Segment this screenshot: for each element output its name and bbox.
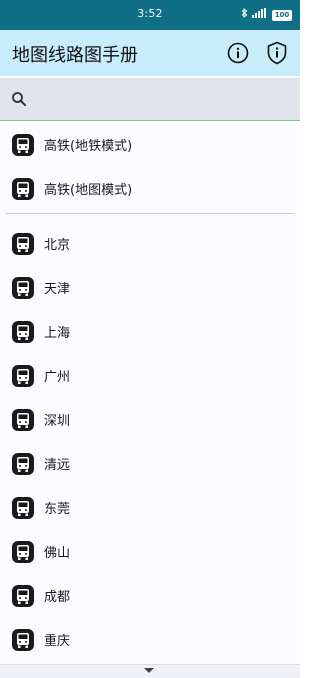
list-item-chongqing[interactable]: 重庆 [0, 616, 300, 660]
app-screen: 3:52 100 地图线路图手册 高铁(地铁模式) 高铁(地图模式) 北京 天津… [0, 0, 300, 678]
list-item-label: 上海 [44, 326, 71, 341]
train-icon [12, 629, 34, 651]
list-item-label: 高铁(地图模式) [44, 183, 133, 198]
list-divider [6, 213, 294, 214]
list-item-label: 广州 [44, 370, 71, 385]
list-item-label: 重庆 [44, 634, 71, 649]
status-bar: 3:52 100 [0, 0, 300, 30]
list-item-tianjin[interactable]: 天津 [0, 264, 300, 308]
train-icon [12, 233, 34, 255]
list-item-hsr-metro-mode[interactable]: 高铁(地铁模式) [0, 121, 300, 165]
chevron-down-icon [144, 668, 154, 673]
list-item-label: 成都 [44, 590, 71, 605]
train-icon [12, 365, 34, 387]
search-input[interactable] [36, 84, 290, 116]
list-item-qingyuan[interactable]: 清远 [0, 440, 300, 484]
list-item-chengdu[interactable]: 成都 [0, 572, 300, 616]
list-item-guangzhou[interactable]: 广州 [0, 352, 300, 396]
bottom-sheet-handle[interactable] [0, 664, 300, 678]
list-item-foshan[interactable]: 佛山 [0, 528, 300, 572]
privacy-button[interactable] [263, 39, 291, 67]
list-item-shanghai[interactable]: 上海 [0, 308, 300, 352]
list-item-label: 高铁(地铁模式) [44, 139, 133, 154]
search-icon [11, 91, 27, 107]
info-icon [227, 42, 249, 64]
list-item-beijing[interactable]: 北京 [0, 220, 300, 264]
list-item-label: 深圳 [44, 414, 71, 429]
search-bar [0, 78, 300, 121]
train-icon [12, 541, 34, 563]
train-icon [12, 321, 34, 343]
list-item-label: 北京 [44, 238, 71, 253]
info-button[interactable] [224, 39, 252, 67]
signal-icon [252, 8, 268, 22]
train-icon [12, 134, 34, 156]
train-icon [12, 277, 34, 299]
list-item-dongguan[interactable]: 东莞 [0, 484, 300, 528]
battery-icon: 100 [272, 9, 292, 21]
app-title: 地图线路图手册 [12, 45, 138, 66]
app-bar: 地图线路图手册 [0, 30, 300, 76]
train-icon [12, 409, 34, 431]
list-item-label: 佛山 [44, 546, 71, 561]
bluetooth-icon [241, 7, 248, 22]
privacy-shield-icon [267, 41, 287, 65]
line-list: 高铁(地铁模式) 高铁(地图模式) 北京 天津 上海 广州 深圳 清远 东莞 佛… [0, 121, 300, 660]
train-icon [12, 497, 34, 519]
train-icon [12, 178, 34, 200]
list-item-label: 清远 [44, 458, 71, 473]
train-icon [12, 453, 34, 475]
list-item-label: 天津 [44, 282, 71, 297]
status-icons: 100 [241, 7, 292, 22]
train-icon [12, 585, 34, 607]
list-item-hsr-map-mode[interactable]: 高铁(地图模式) [0, 165, 300, 209]
list-item-shenzhen[interactable]: 深圳 [0, 396, 300, 440]
list-item-label: 东莞 [44, 502, 71, 517]
